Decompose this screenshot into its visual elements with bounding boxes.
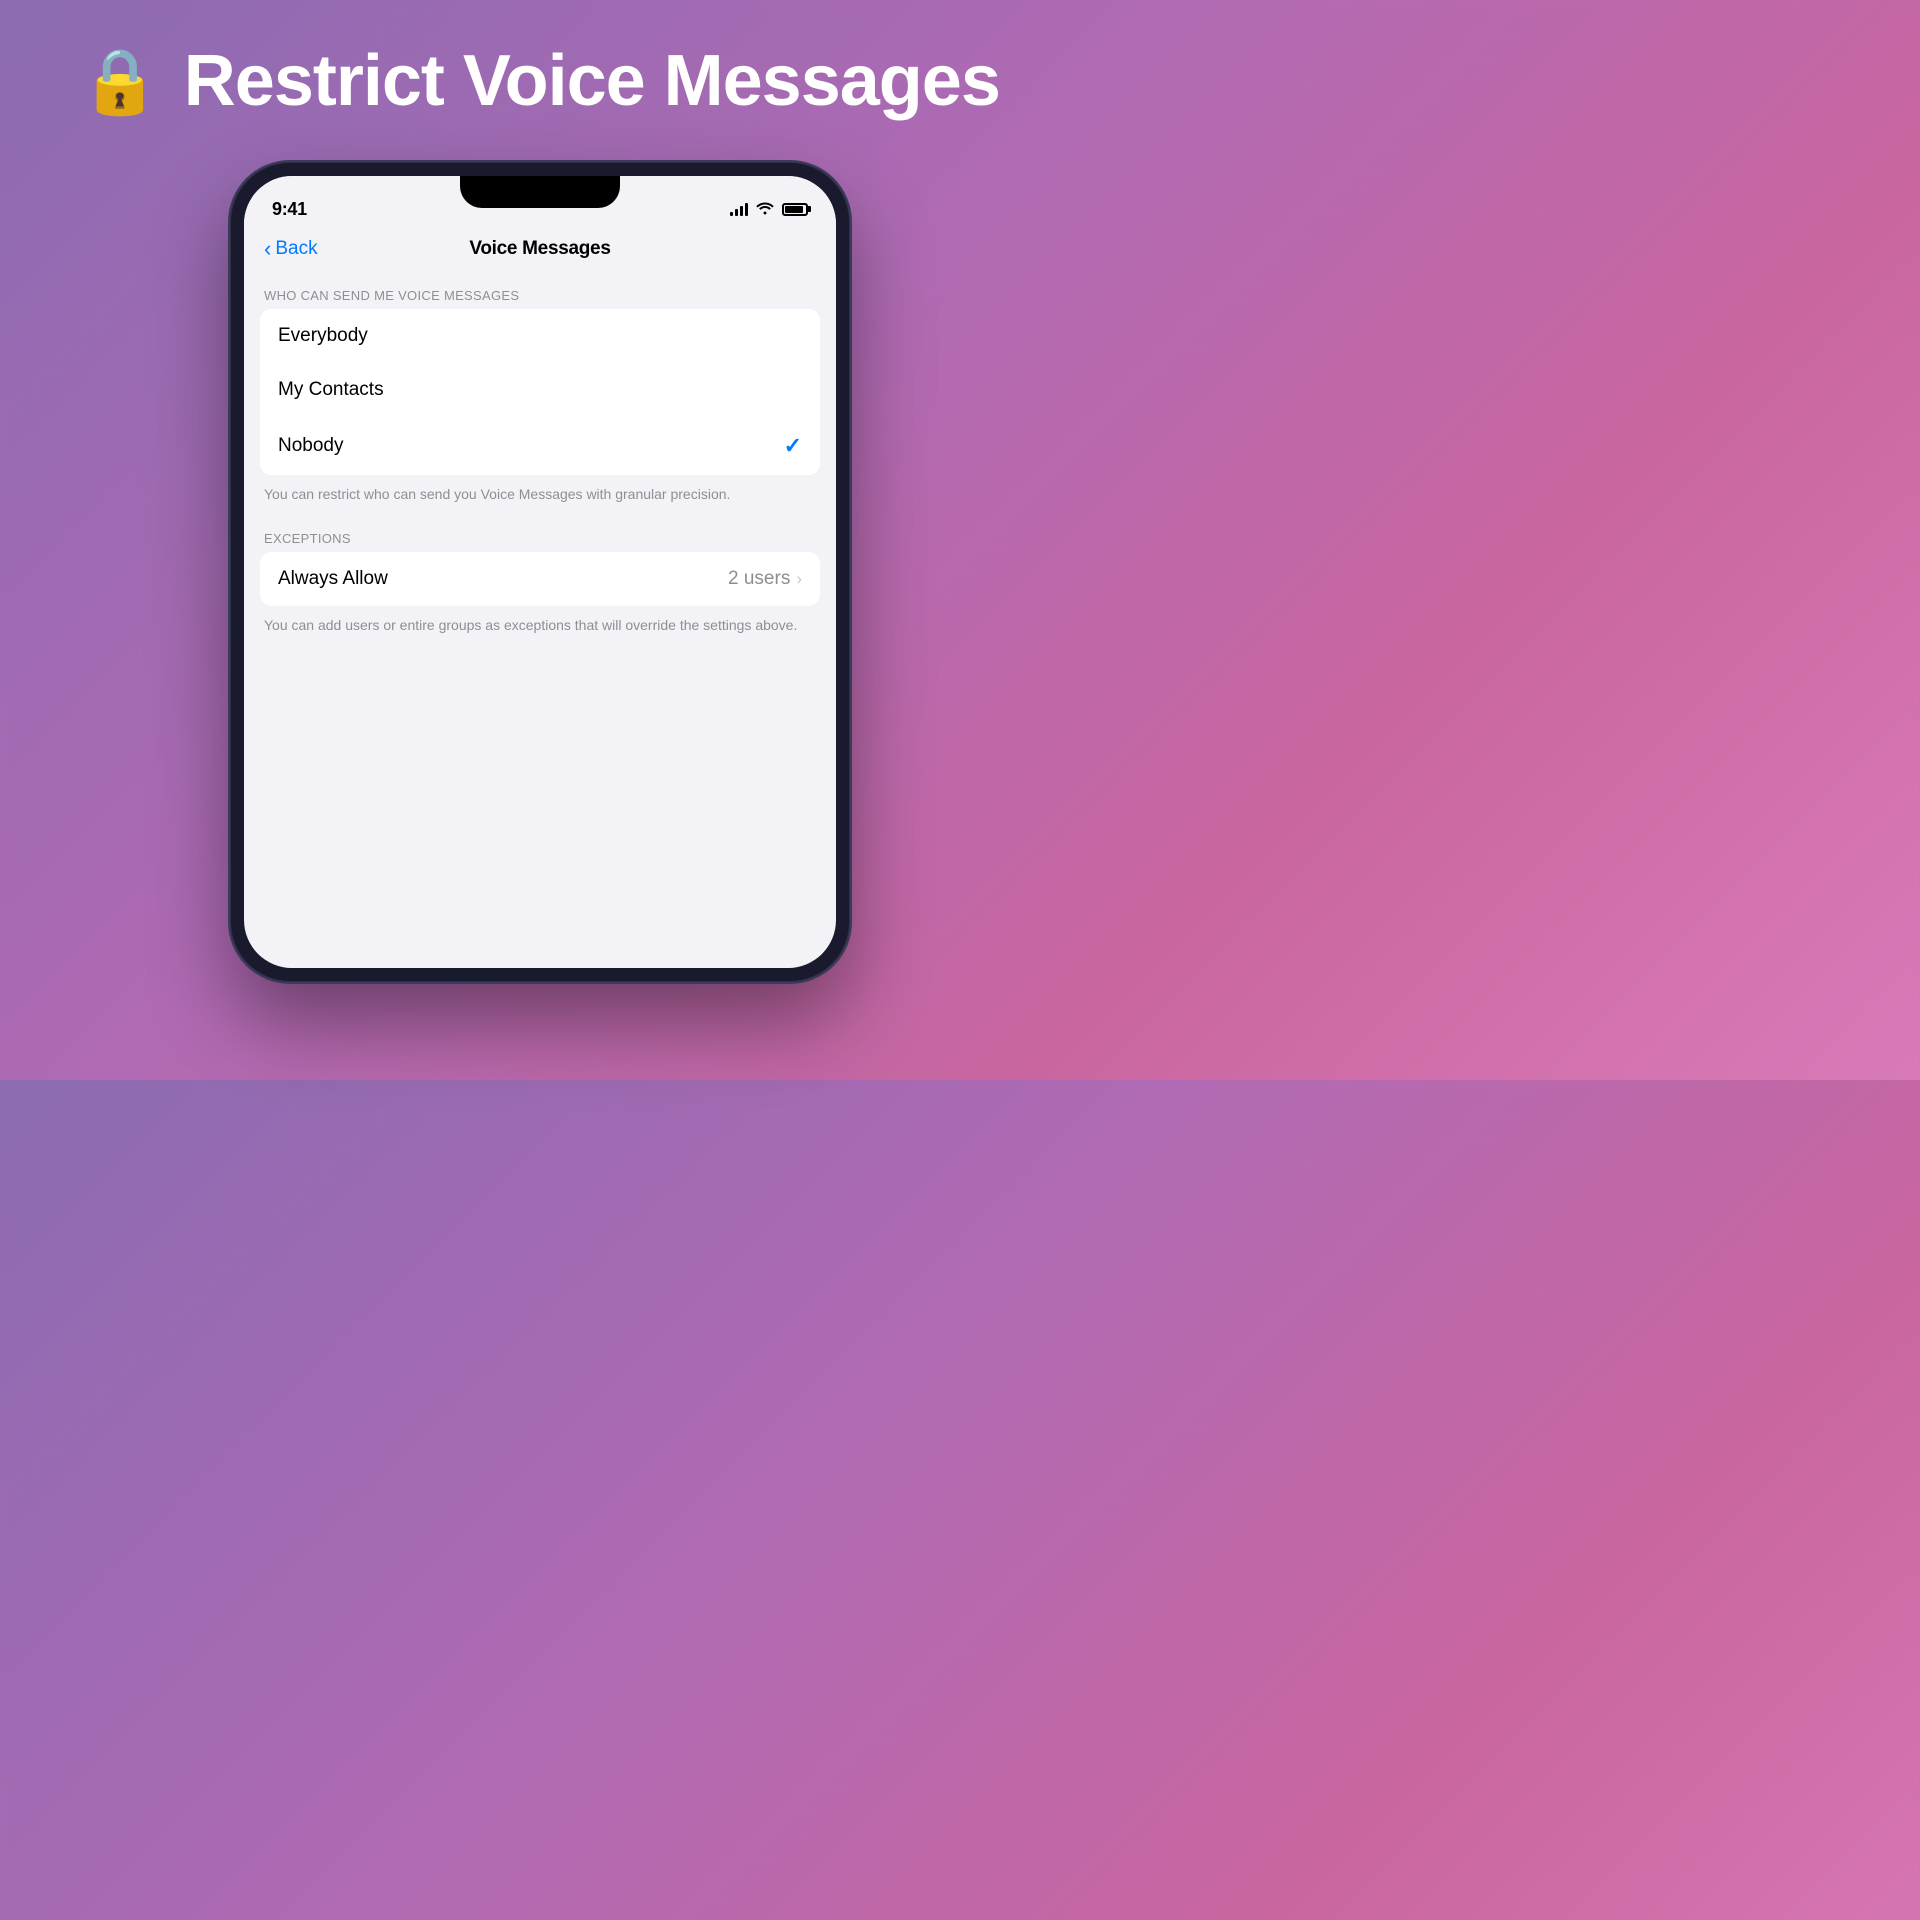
screen-content: WHO CAN SEND ME VOICE MESSAGES Everybody… [244, 274, 836, 968]
who-can-send-section-label: WHO CAN SEND ME VOICE MESSAGES [244, 274, 836, 309]
back-button[interactable]: ‹ Back [264, 238, 318, 260]
nav-title: Voice Messages [469, 238, 610, 260]
exceptions-section: EXCEPTIONS Always Allow 2 users › You ca… [244, 517, 836, 644]
always-allow-row[interactable]: Always Allow 2 users › [260, 552, 820, 606]
who-can-send-group: Everybody My Contacts Nobody ✓ [260, 309, 820, 475]
nobody-label: Nobody [278, 435, 344, 457]
chevron-right-icon: › [796, 569, 802, 589]
lock-icon: 🔒 [80, 49, 160, 113]
exceptions-helper: You can add users or entire groups as ex… [244, 606, 836, 644]
back-label: Back [275, 238, 317, 260]
page-wrapper: 🔒 Restrict Voice Messages 9:41 [0, 0, 1080, 1080]
battery-icon [782, 203, 808, 216]
my-contacts-option[interactable]: My Contacts [260, 363, 820, 417]
selected-checkmark-icon: ✓ [784, 433, 802, 459]
everybody-option[interactable]: Everybody [260, 309, 820, 363]
signal-bars-icon [730, 202, 748, 216]
back-chevron-icon: ‹ [264, 238, 271, 260]
exceptions-group: Always Allow 2 users › [260, 552, 820, 606]
wifi-icon [756, 201, 774, 218]
always-allow-label: Always Allow [278, 568, 388, 590]
phone-screen: 9:41 [244, 176, 836, 968]
status-icons [730, 201, 808, 218]
everybody-label: Everybody [278, 325, 368, 347]
my-contacts-label: My Contacts [278, 379, 384, 401]
exceptions-section-label: EXCEPTIONS [244, 517, 836, 552]
always-allow-value: 2 users › [728, 568, 802, 590]
status-time: 9:41 [272, 199, 307, 220]
header-title: 🔒 Restrict Voice Messages [80, 40, 1000, 122]
who-can-send-helper: You can restrict who can send you Voice … [244, 475, 836, 513]
nobody-option[interactable]: Nobody ✓ [260, 417, 820, 475]
phone-frame: 9:41 [230, 162, 850, 982]
notch [460, 176, 620, 208]
nav-bar: ‹ Back Voice Messages [244, 228, 836, 274]
always-allow-count: 2 users [728, 568, 790, 590]
page-heading: Restrict Voice Messages [184, 40, 1000, 122]
